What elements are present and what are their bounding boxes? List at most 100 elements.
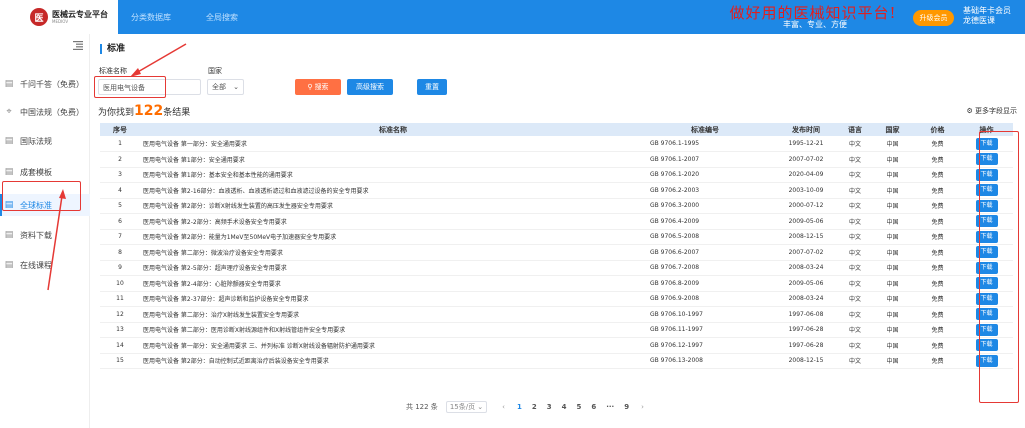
row-language: 中文 (840, 322, 870, 338)
document-icon: ▤ (4, 260, 14, 270)
table-row: 14 医用电气设备 第一部分：安全通用要求 三、并列标准 诊断X射线设备辐射防护通… (100, 337, 1013, 354)
logo[interactable]: 医 医械云专业平台 MEDIOV (0, 0, 118, 34)
row-price: 免费 (915, 260, 960, 276)
upgrade-button[interactable]: 升级会员 (913, 10, 954, 26)
row-name[interactable]: 医用电气设备 第二部分：微波治疗设备安全专用要求 (140, 244, 646, 261)
nav-category-db[interactable]: 分类数据库 (131, 0, 171, 34)
download-button[interactable]: 下载 (975, 339, 998, 352)
pagination-total: 共 122 条 (406, 403, 438, 411)
row-language: 中文 (840, 151, 870, 168)
download-button[interactable]: 下载 (975, 261, 998, 274)
row-country: 中国 (870, 322, 915, 338)
row-code: GB 9706.6-2007 (646, 244, 772, 261)
page-number[interactable]: 5 (576, 403, 581, 411)
result-summary: 为你找到122条结果 (98, 103, 190, 119)
page-number[interactable]: 1 (517, 403, 522, 411)
download-button[interactable]: 下载 (975, 354, 998, 367)
page-title: 标准 (100, 44, 125, 54)
row-language: 中文 (840, 229, 870, 245)
sidebar-item-label: 中国法规（免费） (20, 107, 84, 117)
row-country: 中国 (870, 167, 915, 183)
row-country: 中国 (870, 182, 915, 199)
row-name[interactable]: 医用电气设备 第二部分：医用诊断X射线源组件和X射线管组件安全专用要求 (140, 322, 646, 338)
row-name[interactable]: 医用电气设备 第2-37部分：超声诊断和监护设备安全专用要求 (140, 291, 646, 307)
result-prefix: 为你找到 (98, 108, 135, 118)
page-size-select[interactable]: 15条/页 ⌄ (445, 401, 488, 413)
sidebar-item-label: 千问千答（免费） (20, 79, 84, 89)
prev-page-icon[interactable]: ‹ (502, 403, 505, 411)
sidebar-item-2[interactable]: ▤ 国际法规 (0, 130, 90, 152)
row-name[interactable]: 医用电气设备 第一部分：安全通用要求 三、并列标准 诊断X射线设备辐射防护通用要… (140, 337, 646, 354)
download-button[interactable]: 下载 (975, 137, 998, 150)
more-fields-toggle[interactable]: ⚙ 更多字段显示 (966, 106, 1017, 116)
row-name[interactable]: 医用电气设备 第2-5部分：超声理疗设备安全专用要求 (140, 260, 646, 276)
row-name[interactable]: 医用电气设备 第一部分：安全通用要求 (140, 136, 646, 152)
nav-global-search[interactable]: 全局搜索 (206, 0, 238, 34)
row-name[interactable]: 医用电气设备 第2部分：诊断X射线发生装置的高压发生器安全专用要求 (140, 198, 646, 214)
row-price: 免费 (915, 198, 960, 214)
row-name[interactable]: 医用电气设备 第1部分：基本安全和基本性能的通用要求 (140, 167, 646, 183)
col-header-country: 国家 (870, 123, 915, 136)
table-row: 11 医用电气设备 第2-37部分：超声诊断和监护设备安全专用要求 GB 9706.… (100, 291, 1013, 307)
pagination: 共 122 条 15条/页 ⌄ ‹ 1 2 3 4 5 6 ··· 9 › (406, 401, 651, 413)
row-name[interactable]: 医用电气设备 第1部分：安全通用要求 (140, 151, 646, 168)
row-country: 中国 (870, 337, 915, 354)
row-code: GB 9706.4-2009 (646, 213, 772, 230)
next-page-icon[interactable]: › (641, 403, 644, 411)
page-number[interactable]: 2 (532, 403, 537, 411)
country-select[interactable]: 全部 ⌄ (207, 79, 244, 95)
download-button[interactable]: 下载 (975, 246, 998, 259)
table-row: 2 医用电气设备 第1部分：安全通用要求 GB 9706.1-2007 2007-07… (100, 151, 1013, 168)
page-number[interactable]: 6 (591, 403, 596, 411)
download-button[interactable]: 下载 (975, 215, 998, 228)
sidebar-item-0[interactable]: ▤ 千问千答（免费） (0, 73, 90, 95)
download-button[interactable]: 下载 (975, 168, 998, 181)
page-number[interactable]: 4 (562, 403, 567, 411)
gear-icon: ⚙ (966, 107, 973, 115)
row-name[interactable]: 医用电气设备 第二部分：治疗X射线发生装置安全专用要求 (140, 306, 646, 323)
logo-icon: 医 (30, 8, 48, 26)
download-button[interactable]: 下载 (975, 199, 998, 212)
download-button[interactable]: 下载 (975, 308, 998, 321)
standard-name-label: 标准名称 (99, 67, 127, 75)
member-org: 龙德医课 (963, 16, 995, 25)
row-action: 下载 (960, 136, 1013, 152)
row-name[interactable]: 医用电气设备 第2部分：能量为1MeV至50MeV电子加速器安全专用要求 (140, 229, 646, 245)
row-name[interactable]: 医用电气设备 第2-2部分：高频手术设备安全专用要求 (140, 213, 646, 230)
search-button[interactable]: ⚲ 搜索 (295, 79, 341, 95)
member-info[interactable]: 基础年卡会员 龙德医课 (959, 4, 1019, 30)
table-row: 3 医用电气设备 第1部分：基本安全和基本性能的通用要求 GB 9706.1-202… (100, 167, 1013, 183)
row-index: 15 (100, 353, 140, 369)
sidebar-item-1[interactable]: ⌖ 中国法规（免费） (0, 101, 90, 123)
sidebar-item-6[interactable]: ▤ 在线课程 (0, 254, 90, 276)
sidebar-item-3[interactable]: ▤ 成套模板 (0, 161, 90, 183)
row-price: 免费 (915, 136, 960, 152)
row-language: 中文 (840, 213, 870, 230)
download-button[interactable]: 下载 (975, 230, 998, 243)
menu-collapse-icon[interactable] (73, 41, 83, 50)
page-ellipsis[interactable]: ··· (606, 403, 614, 411)
sidebar-item-5[interactable]: ▤ 资料下载 (0, 224, 90, 246)
sidebar-item-4[interactable]: ▤ 全球标准 (0, 194, 90, 216)
more-fields-label: 更多字段显示 (975, 107, 1017, 115)
standard-name-input[interactable]: 医用电气设备 (98, 79, 201, 95)
col-header-price: 价格 (915, 123, 960, 136)
page-number[interactable]: 9 (624, 403, 629, 411)
result-count: 122 (134, 103, 164, 119)
row-action: 下载 (960, 337, 1013, 354)
row-name[interactable]: 医用电气设备 第2-16部分：血液透析、血液透析滤过和血液滤过设备的安全专用要求 (140, 182, 646, 199)
advanced-search-button[interactable]: 高级搜索 (347, 79, 393, 95)
reset-button[interactable]: 重置 (417, 79, 447, 95)
download-button[interactable]: 下载 (975, 323, 998, 336)
row-language: 中文 (840, 306, 870, 323)
page-number[interactable]: 3 (547, 403, 552, 411)
download-button[interactable]: 下载 (975, 184, 998, 197)
document-icon: ▤ (4, 79, 14, 89)
row-date: 2009-05-06 (772, 275, 840, 292)
download-button[interactable]: 下载 (975, 292, 998, 305)
row-name[interactable]: 医用电气设备 第2部分：自动控制式近距离治疗后装设备安全专用要求 (140, 353, 646, 369)
row-name[interactable]: 医用电气设备 第2-4部分：心脏除颤器安全专用要求 (140, 275, 646, 292)
download-button[interactable]: 下载 (975, 277, 998, 290)
row-language: 中文 (840, 244, 870, 261)
download-button[interactable]: 下载 (975, 153, 998, 166)
